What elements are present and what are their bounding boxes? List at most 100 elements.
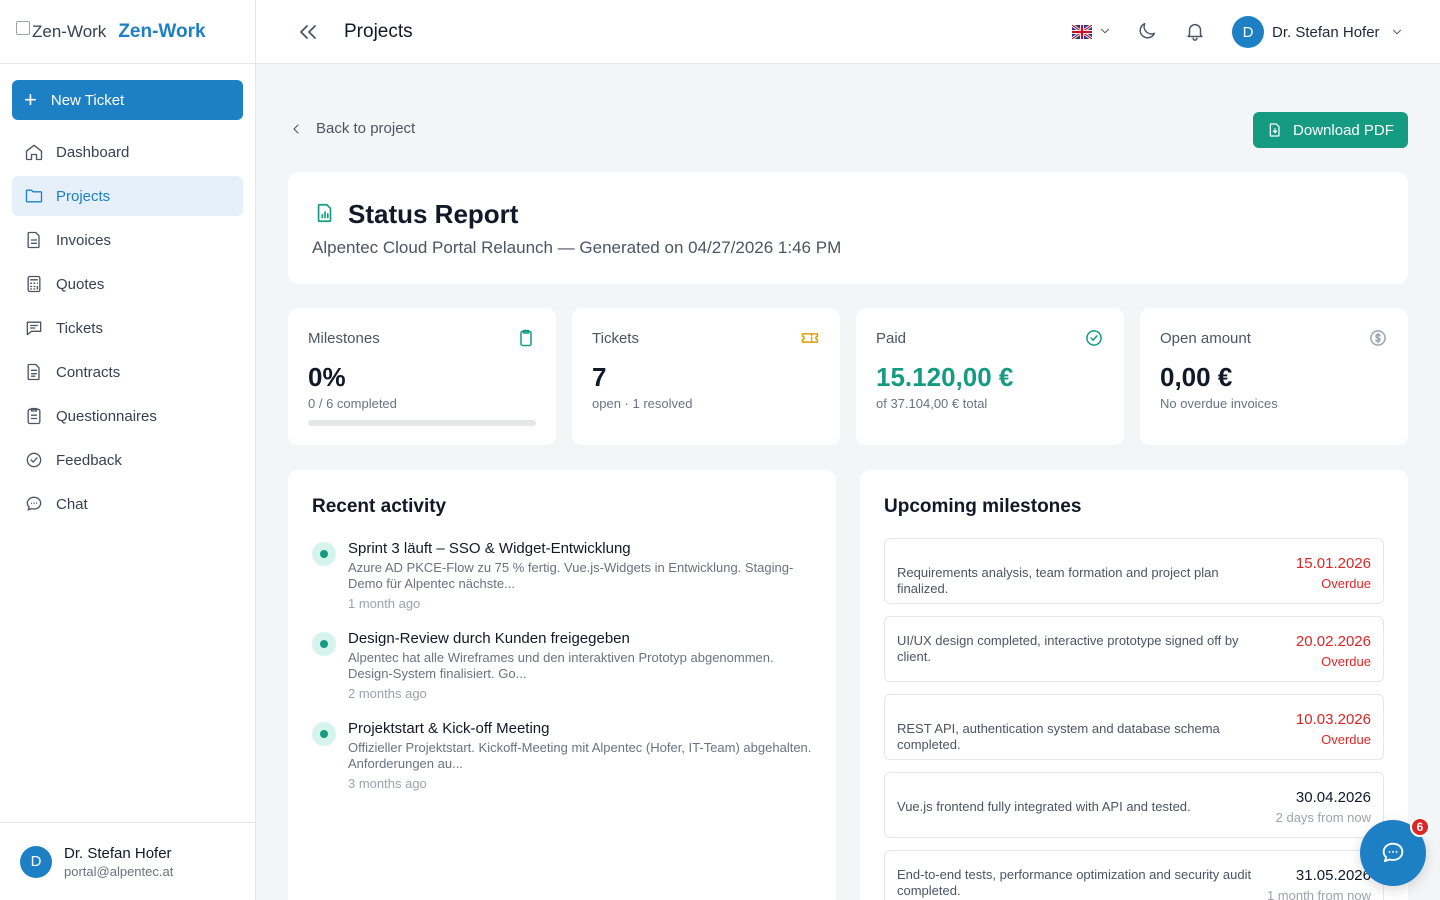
stat-sub: 0 / 6 completed [308,396,397,411]
dollar-circle-icon [1370,330,1386,346]
download-pdf-button[interactable]: Download PDF [1253,112,1408,148]
report-subtitle: Alpentec Cloud Portal Relaunch — Generat… [312,238,842,257]
sidebar-item-label: Quotes [56,275,105,293]
sidebar-item-invoices[interactable]: Invoices [12,220,243,260]
chevron-left-icon [293,123,299,134]
new-ticket-button[interactable]: + New Ticket [12,80,243,120]
upcoming-milestones-card: Upcoming milestones Requirements analysi… [860,470,1408,900]
activity-time: 3 months ago [348,776,427,791]
activity-description: Alpentec hat alle Wireframes und den int… [348,650,774,681]
recent-activity-card: Recent activity Sprint 3 läuft – SSO & W… [288,470,836,900]
stat-sub: open · 1 resolved [592,396,693,411]
sidebar-item-feedback[interactable]: Feedback [12,440,243,480]
folder-icon [25,189,43,203]
stat-value: 15.120,00 € [876,362,1014,392]
chevron-down-icon [1392,29,1401,35]
message-square-icon [26,321,42,336]
moon-icon[interactable] [1136,20,1158,42]
milestone-date: 10.03.2026 [1295,711,1371,728]
milestones-stat-card: Milestones 0% 0 / 6 completed [288,308,556,445]
tickets-stat-card: Tickets 7 open · 1 resolved [572,308,840,445]
sidebar-item-quotes[interactable]: Quotes [12,264,243,304]
topbar: Projects D Dr. Stefan Hofer [256,0,1440,64]
broken-image-icon [16,20,30,35]
milestone-description: End-to-end tests, performance optimizati… [897,867,1252,898]
stat-value: 0,00 € [1160,362,1233,392]
milestone-description: UI/UX design completed, interactive prot… [897,633,1239,664]
stat-label: Open amount [1160,330,1251,347]
milestone-status: Overdue [1321,732,1371,747]
section-title: Recent activity [312,496,447,517]
sidebar-user[interactable]: D Dr. Stefan Hofer portal@alpentec.at [0,822,255,900]
user-menu[interactable]: D Dr. Stefan Hofer [1232,16,1404,48]
sidebar-item-label: Invoices [56,231,112,249]
sidebar-nav: Dashboard Projects Invoices Quotes Ticke… [12,132,243,528]
milestone-item[interactable]: End-to-end tests, performance optimizati… [884,850,1384,900]
milestone-date: 20.02.2026 [1295,633,1371,650]
page-title: Projects [344,20,413,42]
sidebar-item-dashboard[interactable]: Dashboard [12,132,243,172]
milestone-status: Overdue [1321,576,1371,591]
download-pdf-label: Download PDF [1293,121,1394,139]
stat-label: Paid [876,330,907,347]
milestone-date: 15.01.2026 [1295,555,1371,572]
sidebar-item-label: Chat [56,495,88,513]
sidebar-item-tickets[interactable]: Tickets [12,308,243,348]
milestone-item[interactable]: REST API, authentication system and data… [884,694,1384,760]
document-icon [27,231,40,249]
sidebar-item-label: Questionnaires [56,407,157,425]
sidebar-item-label: Dashboard [56,143,130,161]
milestone-status: 1 month from now [1266,888,1371,900]
activity-title: Design-Review durch Kunden freigegeben [348,630,630,647]
sidebar-item-chat[interactable]: Chat [12,484,243,524]
activity-description: Azure AD PKCE-Flow zu 75 % fertig. Vue.j… [348,560,794,591]
open-amount-stat-card: Open amount 0,00 € No overdue invoices [1140,308,1408,445]
sidebar-item-label: Projects [56,187,111,205]
avatar: D [1232,16,1264,48]
brand-logo[interactable]: Zen-Work [16,20,106,42]
back-to-project-link[interactable]: Back to project [288,120,415,137]
file-text-icon [27,363,40,381]
sidebar-item-label: Contracts [56,363,121,381]
milestone-item[interactable]: Requirements analysis, team formation an… [884,538,1384,604]
ticket-icon [801,333,819,343]
new-ticket-label: New Ticket [50,91,125,109]
activity-dot-icon [312,542,336,566]
user-name: Dr. Stefan Hofer [1272,23,1380,41]
clipboard-icon [520,329,532,347]
collapse-sidebar-button[interactable] [296,20,320,44]
milestone-item[interactable]: UI/UX design completed, interactive prot… [884,616,1384,682]
chat-bubble-icon [26,496,42,511]
milestone-date: 31.05.2026 [1295,867,1371,884]
activity-dot-icon [312,722,336,746]
activity-body: Projektstart & Kick-off Meeting Offiziel… [348,720,814,791]
milestone-description: Requirements analysis, team formation an… [897,565,1219,596]
sidebar-item-contracts[interactable]: Contracts [12,352,243,392]
paid-stat-card: Paid 15.120,00 € of 37.104,00 € total [856,308,1124,445]
sidebar-item-projects[interactable]: Projects [12,176,243,216]
activity-description: Offizieller Projektstart. Kickoff-Meetin… [348,740,812,771]
activity-dot-icon [312,632,336,656]
milestone-description: Vue.js frontend fully integrated with AP… [897,799,1191,814]
sidebar-user-name: Dr. Stefan Hofer [64,844,172,862]
activity-title: Projektstart & Kick-off Meeting [348,720,550,737]
activity-body: Sprint 3 läuft – SSO & Widget-Entwicklun… [348,540,814,611]
bell-icon[interactable] [1184,20,1206,42]
milestone-status: 2 days from now [1275,810,1371,825]
milestone-status: Overdue [1321,654,1371,669]
stat-value: 7 [592,362,607,392]
uk-flag-icon[interactable] [1072,25,1092,39]
milestones-progress-bar [308,420,536,426]
plus-icon: + [24,87,37,112]
chevrons-left-icon [300,24,316,39]
chat-bubble-icon [1382,842,1404,863]
avatar: D [20,845,52,878]
milestone-item[interactable]: Vue.js frontend fully integrated with AP… [884,772,1384,838]
calculator-icon [27,275,41,293]
stat-sub: No overdue invoices [1160,396,1278,411]
sidebar-item-questionnaires[interactable]: Questionnaires [12,396,243,436]
brand-name[interactable]: Zen-Work [118,21,205,43]
milestone-date: 30.04.2026 [1295,789,1371,806]
sidebar-item-label: Tickets [56,319,103,337]
chevron-down-icon[interactable] [1098,24,1112,38]
